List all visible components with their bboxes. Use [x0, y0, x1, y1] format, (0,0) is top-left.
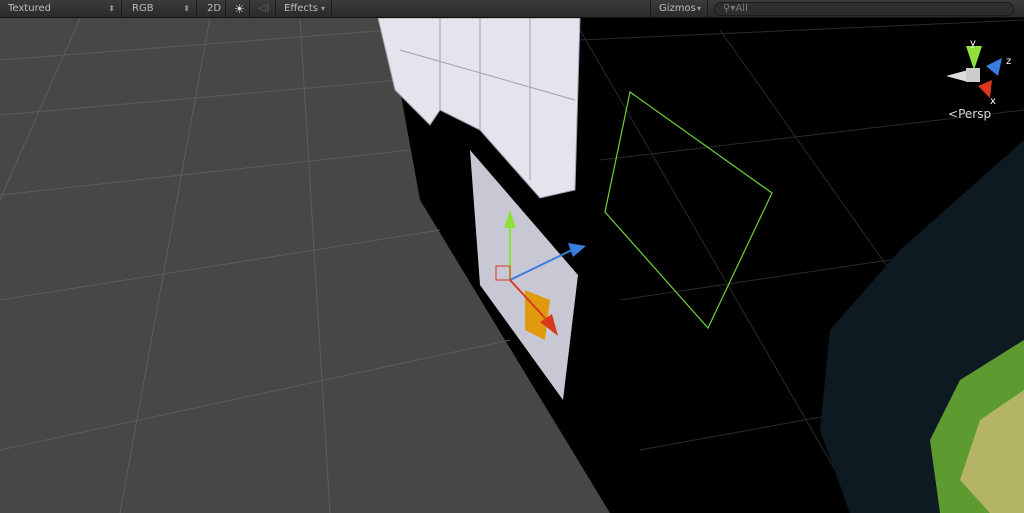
sun-icon[interactable]: ☀	[226, 0, 250, 18]
search-icon: ⚲▾	[723, 3, 736, 14]
scene-viewport[interactable]	[0, 18, 1024, 513]
dropdown-arrow-icon: ▾	[696, 4, 701, 13]
scene-toolbar: Textured ⬍ RGB ⬍ 2D ☀ ◁) Effects ▾ Gizmos ▾ …	[0, 0, 1024, 18]
dropdown-arrow-icon: ▾	[320, 4, 325, 13]
projection-toggle[interactable]: <Persp	[948, 107, 991, 121]
speaker-icon[interactable]: ◁)	[250, 0, 276, 18]
y-cone[interactable]	[966, 46, 982, 70]
effects-dropdown[interactable]: Effects ▾	[276, 0, 332, 18]
gizmos-label: Gizmos	[659, 3, 696, 14]
y-label: y	[970, 38, 976, 49]
draw-mode-dropdown[interactable]: Textured ⬍	[0, 0, 122, 18]
dropdown-arrow-icon: ⬍	[183, 4, 190, 13]
camera-frustum	[604, 90, 773, 330]
neg-x-cone[interactable]	[946, 70, 968, 82]
draw-mode-label: Textured	[8, 3, 51, 14]
z-cone[interactable]	[986, 58, 1002, 76]
projection-label: Persp	[958, 107, 992, 121]
effects-label: Effects	[284, 3, 318, 14]
center-cube[interactable]	[966, 68, 980, 82]
render-mode-label: RGB	[132, 3, 154, 14]
gizmos-dropdown[interactable]: Gizmos ▾	[650, 0, 708, 18]
search-placeholder: All	[735, 3, 748, 14]
search-input[interactable]: ⚲▾All	[714, 2, 1014, 16]
x-label: x	[990, 96, 996, 107]
persp-icon: <	[948, 107, 959, 121]
dropdown-arrow-icon: ⬍	[108, 4, 115, 13]
z-label: z	[1006, 56, 1011, 67]
z-axis-handle[interactable]	[568, 243, 586, 257]
render-mode-dropdown[interactable]: RGB ⬍	[124, 0, 197, 18]
2d-toggle[interactable]: 2D	[199, 0, 226, 18]
